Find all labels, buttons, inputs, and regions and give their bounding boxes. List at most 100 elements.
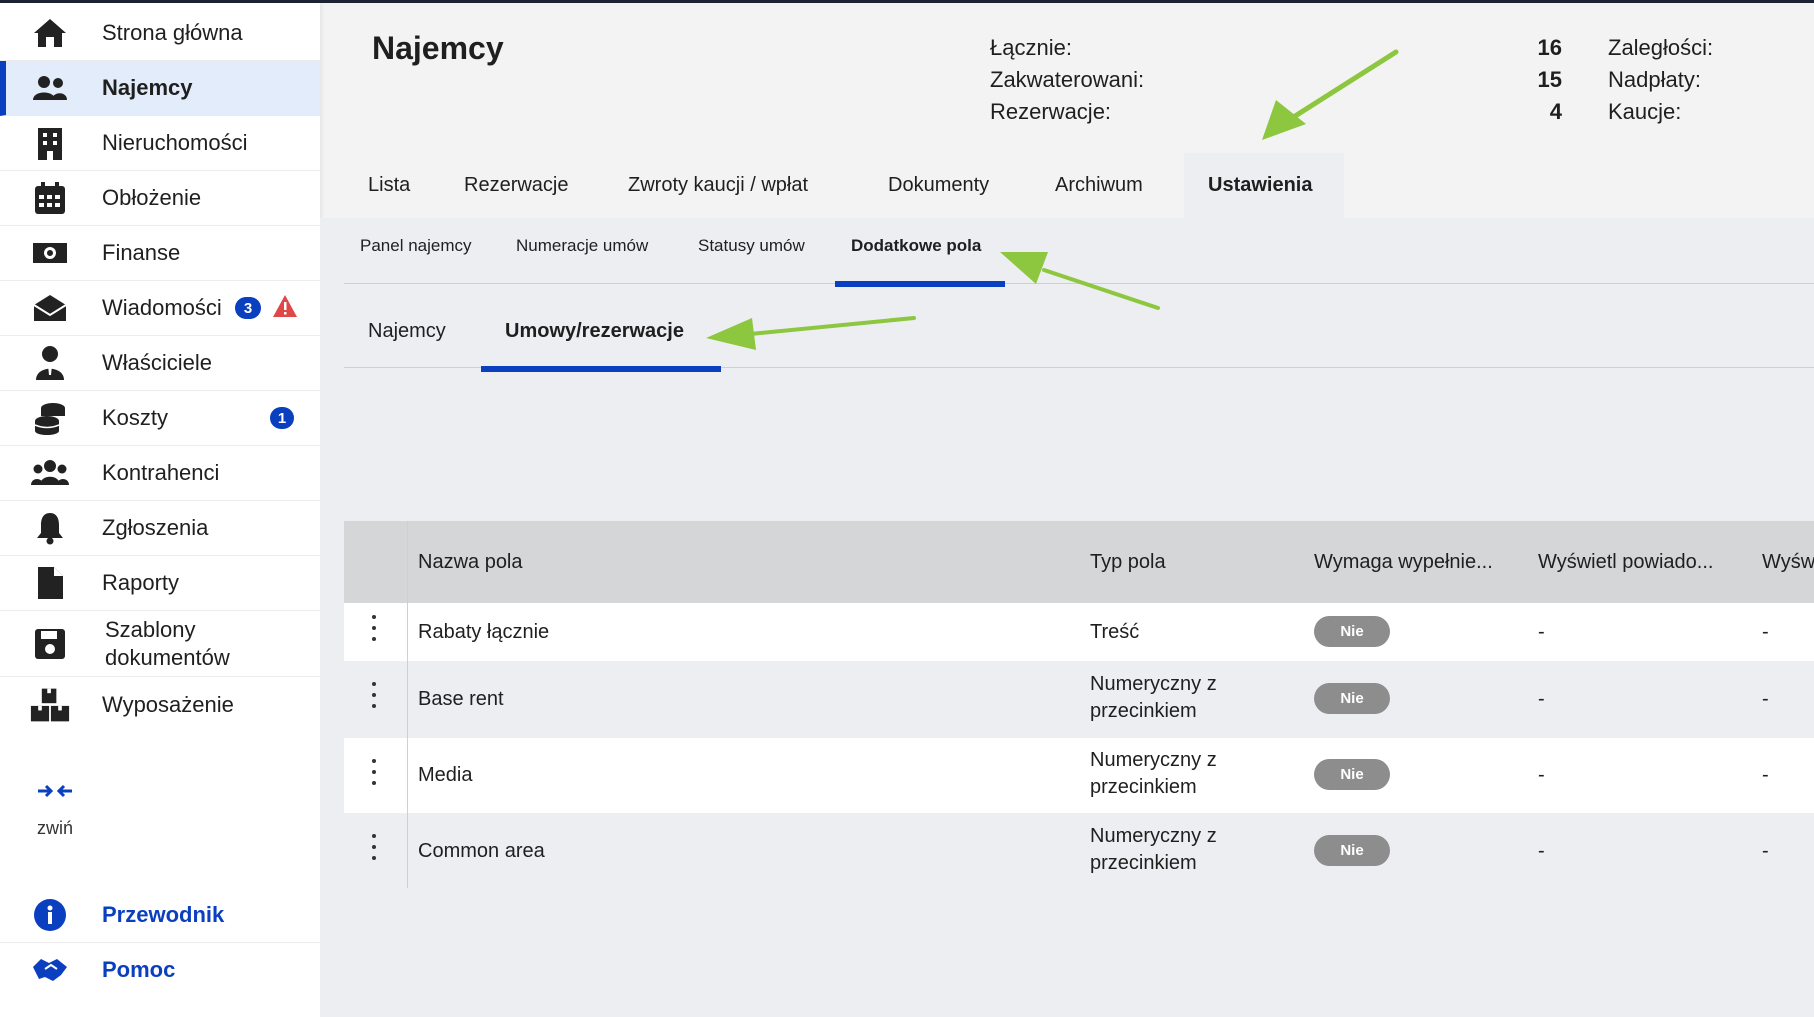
sidebar-item-pomoc[interactable]: Pomoc [0, 942, 320, 997]
sidebar-item-przewodnik[interactable]: Przewodnik [0, 887, 320, 943]
field-name: Media [418, 764, 473, 786]
collapse-sidebar-button[interactable]: zwiń [30, 783, 80, 839]
notify-value: - [1538, 764, 1545, 786]
table-row[interactable]: Common area Numeryczny z przecinkiem Nie … [344, 813, 1814, 888]
sidebar-item-finanse[interactable]: Finanse [0, 226, 320, 281]
required-status-pill: Nie [1314, 683, 1390, 714]
row-menu-icon[interactable] [344, 759, 404, 785]
unread-badge: 3 [235, 297, 261, 319]
stat-arrears-label: Zaległości: [1608, 35, 1714, 60]
show-value: - [1762, 840, 1769, 862]
subtab-dodatkowe-pola[interactable]: Dodatkowe pola [851, 236, 981, 256]
field-name: Base rent [418, 688, 504, 710]
tab-lista[interactable]: Lista [344, 153, 434, 218]
sidebar-item-label: Strona główna [102, 20, 243, 45]
stats-finance-labels: Zaległości: Nadpłaty: Kaucje: [1608, 32, 1713, 128]
subtab-active-indicator [835, 281, 1005, 287]
stat-housed-value: 15 [1537, 67, 1562, 92]
subtab-umowy-rezerwacje[interactable]: Umowy/rezerwacje [505, 320, 684, 343]
collapse-arrows-icon [37, 784, 73, 803]
stats-labels: Łącznie: Zakwaterowani: Rezerwacje: [990, 32, 1144, 128]
stat-reservations-label: Rezerwacje: [990, 99, 1112, 124]
sidebar-item-wiadomosci[interactable]: Wiadomości 3 [0, 281, 320, 336]
sidebar-item-label: Nieruchomości [102, 130, 248, 155]
boxes-icon [30, 685, 70, 725]
stat-total-label: Łącznie: [990, 35, 1072, 60]
calendar-icon [30, 178, 70, 218]
table-row[interactable]: Base rent Numeryczny z przecinkiem Nie - … [344, 661, 1814, 738]
sidebar-item-label: Zgłoszenia [102, 515, 209, 540]
table-menu-column-divider [407, 521, 408, 888]
tab-ustawienia[interactable]: Ustawienia [1184, 153, 1344, 218]
sidebar-item-label: Właściciele [102, 350, 213, 375]
info-icon [30, 895, 70, 935]
field-type: Treść [1090, 621, 1140, 643]
column-header-required[interactable]: Wymaga wypełnie... [1314, 551, 1493, 574]
sidebar-item-label: Obłożenie [102, 185, 202, 210]
subtab2-active-indicator [481, 366, 721, 372]
home-icon [30, 13, 70, 53]
field-name: Common area [418, 840, 545, 862]
row-menu-icon[interactable] [344, 615, 404, 641]
building-icon [30, 123, 70, 163]
tab-zwroty-kaucji[interactable]: Zwroty kaucji / wpłat [604, 153, 832, 218]
column-header-show[interactable]: Wyśw [1762, 551, 1814, 574]
column-header-notify[interactable]: Wyświetl powiado... [1538, 551, 1713, 574]
stat-housed-label: Zakwaterowani: [990, 67, 1145, 92]
tab-rezerwacje[interactable]: Rezerwacje [440, 153, 592, 218]
table-row[interactable]: Media Numeryczny z przecinkiem Nie - - [344, 738, 1814, 813]
required-status-pill: Nie [1314, 835, 1390, 866]
stat-reservations-value: 4 [1549, 99, 1562, 124]
stat-total-value: 16 [1537, 35, 1562, 60]
tab-archiwum[interactable]: Archiwum [1031, 153, 1167, 218]
sidebar-item-label: Finanse [102, 240, 181, 265]
sidebar: Strona główna Najemcy Nieruchomości Obło… [0, 3, 320, 1017]
notify-value: - [1538, 688, 1545, 710]
subtab-divider [344, 283, 1814, 284]
bell-icon [30, 508, 70, 548]
column-header-name[interactable]: Nazwa pola [418, 551, 523, 574]
sidebar-item-label: Wiadomości [102, 295, 222, 320]
table-row[interactable]: Rabaty łącznie Treść Nie - - [344, 603, 1814, 661]
group-icon [30, 453, 70, 493]
coins-icon [30, 398, 70, 438]
sidebar-item-label: Najemcy [102, 75, 193, 100]
show-value: - [1762, 764, 1769, 786]
sidebar-item-szablony[interactable]: Szablony dokumentów [0, 611, 320, 677]
sidebar-item-koszty[interactable]: Koszty 1 [0, 391, 320, 446]
sidebar-item-zgloszenia[interactable]: Zgłoszenia [0, 501, 320, 556]
sidebar-item-label: Kontrahenci [102, 460, 220, 485]
subtab-numeracje-umow[interactable]: Numeracje umów [516, 236, 648, 256]
subtab-statusy-umow[interactable]: Statusy umów [698, 236, 805, 256]
notify-value: - [1538, 621, 1545, 643]
row-menu-icon[interactable] [344, 682, 404, 708]
notify-value: - [1538, 840, 1545, 862]
file-icon [30, 563, 70, 603]
row-menu-icon[interactable] [344, 834, 404, 860]
field-type: Numeryczny z przecinkiem [1090, 825, 1217, 874]
tab-dokumenty[interactable]: Dokumenty [864, 153, 1013, 218]
sidebar-item-najemcy[interactable]: Najemcy [0, 61, 320, 116]
money-icon [30, 233, 70, 273]
sidebar-item-home[interactable]: Strona główna [0, 6, 320, 61]
sidebar-item-kontrahenci[interactable]: Kontrahenci [0, 446, 320, 501]
sidebar-item-wlasciciele[interactable]: Właściciele [0, 336, 320, 391]
sidebar-item-wyposazenie[interactable]: Wyposażenie [0, 677, 320, 732]
required-status-pill: Nie [1314, 759, 1390, 790]
subtab-panel-najemcy[interactable]: Panel najemcy [360, 236, 472, 256]
required-status-pill: Nie [1314, 616, 1390, 647]
column-header-type[interactable]: Typ pola [1090, 551, 1166, 574]
stats-values: 16 15 4 [1522, 32, 1562, 128]
field-type: Numeryczny z przecinkiem [1090, 673, 1217, 722]
sidebar-item-label: Przewodnik [102, 901, 225, 927]
handshake-icon [30, 950, 70, 990]
count-badge: 1 [270, 407, 294, 429]
sidebar-item-raporty[interactable]: Raporty [0, 556, 320, 611]
sidebar-item-nieruchomosci[interactable]: Nieruchomości [0, 116, 320, 171]
sidebar-item-oblozenie[interactable]: Obłożenie [0, 171, 320, 226]
field-name: Rabaty łącznie [418, 621, 550, 643]
sidebar-item-label: Raporty [102, 570, 180, 595]
field-type: Numeryczny z przecinkiem [1090, 749, 1217, 798]
table-header: Nazwa pola Typ pola Wymaga wypełnie... W… [344, 521, 1814, 603]
subtab-najemcy[interactable]: Najemcy [368, 320, 446, 343]
